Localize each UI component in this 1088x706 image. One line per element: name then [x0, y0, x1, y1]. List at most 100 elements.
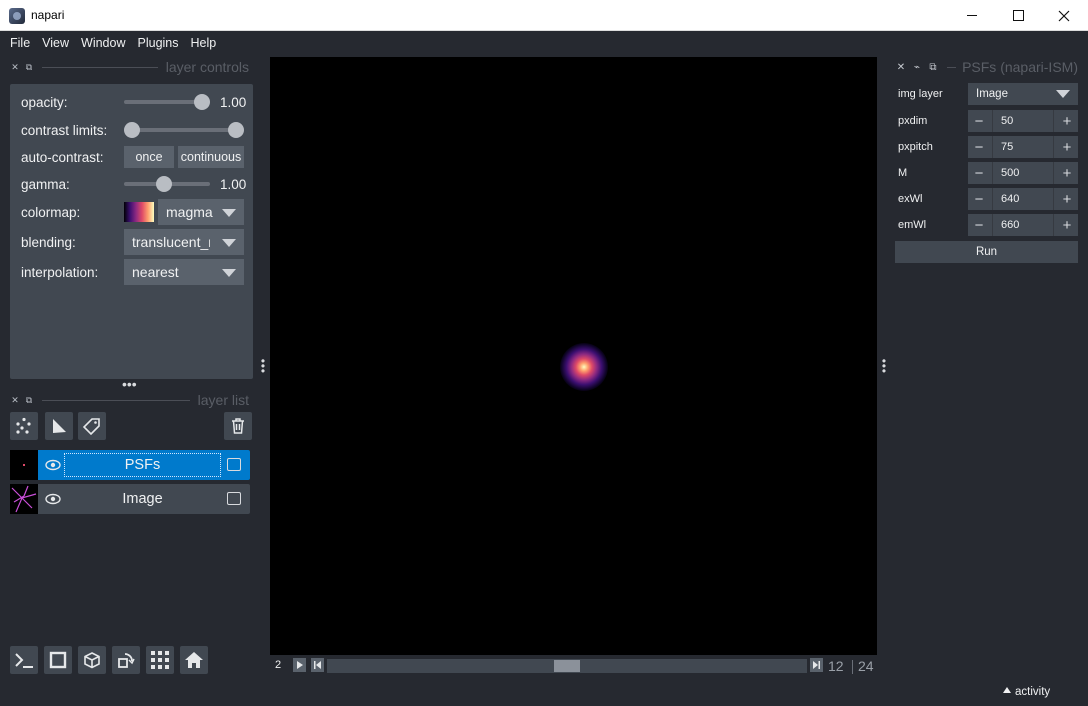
- right-dock-splitter[interactable]: • • •: [881, 355, 887, 377]
- plus-icon[interactable]: +: [1060, 136, 1074, 158]
- img-layer-label: img layer: [898, 88, 943, 100]
- blending-row: blending: translucent_no_depth: [10, 229, 253, 255]
- minus-icon[interactable]: −: [972, 162, 986, 184]
- menu-plugins[interactable]: Plugins: [132, 36, 185, 50]
- activity-button[interactable]: activity: [1003, 686, 1050, 698]
- contrast-min-handle[interactable]: [124, 122, 140, 138]
- dim-axis-label[interactable]: 2: [275, 659, 281, 671]
- img-layer-dropdown[interactable]: Image: [968, 83, 1078, 105]
- interpolation-dropdown[interactable]: nearest: [124, 259, 244, 285]
- m-value[interactable]: 500: [992, 162, 1054, 184]
- play-button[interactable]: [293, 658, 306, 672]
- dock-hide-icon[interactable]: ⌁: [909, 62, 925, 73]
- pxdim-value[interactable]: 50: [992, 110, 1054, 132]
- blending-value: translucent_no_depth: [132, 234, 210, 250]
- step-forward-button[interactable]: [810, 658, 823, 672]
- menu-file[interactable]: File: [4, 36, 36, 50]
- layer-row-image[interactable]: Image: [10, 484, 250, 514]
- plus-icon[interactable]: +: [1060, 188, 1074, 210]
- colormap-dropdown[interactable]: magma: [158, 199, 244, 225]
- step-back-icon: [314, 661, 321, 669]
- toggle-ndisplay-button[interactable]: [44, 646, 72, 674]
- dims-max-index: 24: [858, 658, 874, 674]
- exwl-value[interactable]: 640: [992, 188, 1054, 210]
- minus-icon[interactable]: −: [972, 188, 986, 210]
- dock-float-icon[interactable]: ⧉: [925, 62, 941, 73]
- dock-float-icon[interactable]: ⧉: [22, 62, 36, 73]
- minus-icon[interactable]: −: [972, 110, 986, 132]
- menu-view[interactable]: View: [36, 36, 75, 50]
- new-points-layer-button[interactable]: [10, 412, 38, 440]
- emwl-value[interactable]: 660: [992, 214, 1054, 236]
- left-dock-splitter[interactable]: • • •: [260, 355, 266, 377]
- pxdim-spinbox[interactable]: − 50 +: [968, 110, 1078, 132]
- eye-icon[interactable]: [45, 458, 61, 472]
- opacity-slider-handle[interactable]: [194, 94, 210, 110]
- plus-icon[interactable]: +: [1060, 214, 1074, 236]
- pxpitch-label: pxpitch: [898, 141, 933, 153]
- continuous-button[interactable]: continuous: [178, 146, 244, 168]
- layer-list-title: layer list: [197, 392, 249, 408]
- console-button[interactable]: [10, 646, 38, 674]
- chevron-down-icon: [222, 269, 236, 277]
- menu-help[interactable]: Help: [185, 36, 223, 50]
- emwl-spinbox[interactable]: − 660 +: [968, 214, 1078, 236]
- exwl-spinbox[interactable]: − 640 +: [968, 188, 1078, 210]
- minus-icon[interactable]: −: [972, 136, 986, 158]
- rotate-icon: [118, 653, 135, 668]
- minus-icon[interactable]: −: [972, 214, 986, 236]
- delete-layer-button[interactable]: [224, 412, 252, 440]
- dock-close-icon[interactable]: ✕: [8, 62, 22, 73]
- grid-view-button[interactable]: [146, 646, 174, 674]
- panel-splitter-handle[interactable]: •••: [122, 376, 137, 392]
- blending-dropdown[interactable]: translucent_no_depth: [124, 229, 244, 255]
- dock-float-icon[interactable]: ⧉: [22, 395, 36, 406]
- viewer-canvas[interactable]: [270, 57, 877, 655]
- maximize-icon: [1012, 10, 1024, 21]
- colormap-value: magma: [166, 204, 213, 220]
- dims-slider-handle[interactable]: [554, 660, 580, 672]
- layer-row-psfs[interactable]: PSFs: [10, 450, 250, 480]
- m-spinbox[interactable]: − 500 +: [968, 162, 1078, 184]
- chevron-down-icon: [1056, 90, 1070, 98]
- pxdim-label: pxdim: [898, 115, 928, 127]
- gamma-label: gamma:: [21, 176, 70, 192]
- pxpitch-spinbox[interactable]: − 75 +: [968, 136, 1078, 158]
- plus-icon[interactable]: +: [1060, 162, 1074, 184]
- interpolation-row: interpolation: nearest: [10, 259, 253, 285]
- widget-header: ✕ ⌁ ⧉ PSFs (napari-ISM): [893, 57, 1078, 77]
- plus-icon[interactable]: +: [1060, 110, 1074, 132]
- dock-close-icon[interactable]: ✕: [8, 395, 22, 406]
- contrast-max-handle[interactable]: [228, 122, 244, 138]
- title-bar: napari: [0, 0, 1088, 31]
- contrast-limits-slider[interactable]: [130, 128, 236, 132]
- shapes-icon: [53, 419, 66, 433]
- reset-view-button[interactable]: [180, 646, 208, 674]
- new-labels-layer-button[interactable]: [78, 412, 106, 440]
- tag-icon: [83, 418, 100, 435]
- layer-controls-title: layer controls: [165, 59, 249, 75]
- play-icon: [297, 661, 303, 669]
- transpose-dimensions-button[interactable]: [112, 646, 140, 674]
- auto-contrast-label: auto-contrast:: [21, 149, 104, 165]
- opacity-row: opacity: 1.00: [10, 89, 253, 115]
- new-shapes-layer-button[interactable]: [45, 412, 73, 440]
- dock-close-icon[interactable]: ✕: [893, 62, 909, 73]
- layer-name[interactable]: PSFs: [64, 453, 221, 477]
- maximize-button[interactable]: [995, 0, 1041, 31]
- once-button[interactable]: once: [124, 146, 174, 168]
- layer-name[interactable]: Image: [64, 487, 221, 511]
- minimize-button[interactable]: [949, 0, 995, 31]
- interpolation-value: nearest: [132, 264, 179, 280]
- dims-current-index[interactable]: 12: [828, 658, 844, 674]
- window-title: napari: [31, 8, 65, 22]
- eye-icon[interactable]: [45, 492, 61, 506]
- pxpitch-value[interactable]: 75: [992, 136, 1054, 158]
- step-back-button[interactable]: [311, 658, 324, 672]
- gamma-row: gamma: 1.00: [10, 171, 253, 197]
- gamma-slider-handle[interactable]: [156, 176, 172, 192]
- run-button[interactable]: Run: [895, 241, 1078, 263]
- menu-window[interactable]: Window: [75, 36, 131, 50]
- close-button[interactable]: [1041, 0, 1087, 31]
- roll-dimensions-button[interactable]: [78, 646, 106, 674]
